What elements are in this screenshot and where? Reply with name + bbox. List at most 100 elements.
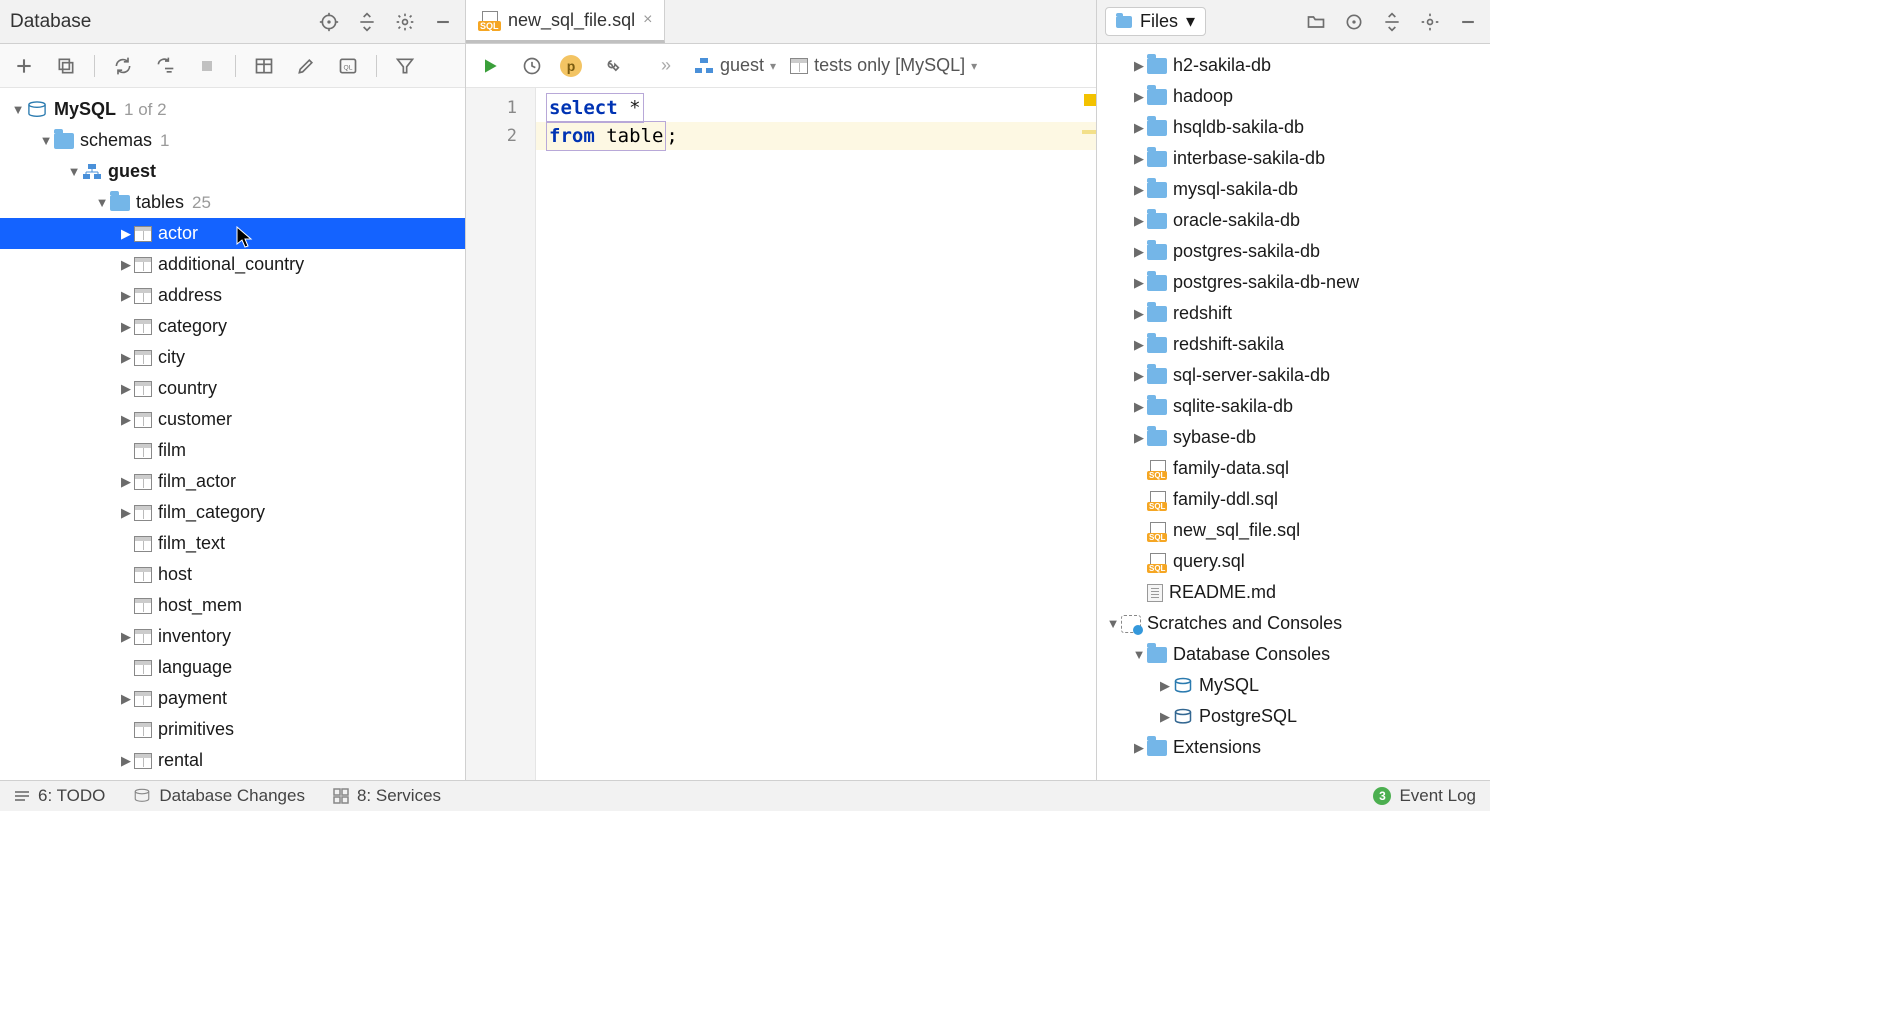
tree-text-file[interactable]: README.md bbox=[1097, 577, 1490, 608]
tree-folder[interactable]: sql-server-sakila-db bbox=[1097, 360, 1490, 391]
tree-console[interactable]: MySQL bbox=[1097, 670, 1490, 701]
tree-table-film_actor[interactable]: film_actor bbox=[0, 466, 465, 497]
tree-console[interactable]: PostgreSQL bbox=[1097, 701, 1490, 732]
tree-table-film[interactable]: film bbox=[0, 435, 465, 466]
tree-sql-file[interactable]: family-data.sql bbox=[1097, 453, 1490, 484]
gear-icon[interactable] bbox=[1416, 8, 1444, 36]
files-view-selector[interactable]: Files ▾ bbox=[1105, 7, 1206, 36]
gear-icon[interactable] bbox=[391, 8, 419, 36]
files-panel-header: Files ▾ bbox=[1097, 0, 1490, 44]
close-tab-icon[interactable]: × bbox=[643, 11, 652, 29]
target-icon[interactable] bbox=[315, 8, 343, 36]
tree-folder[interactable]: sybase-db bbox=[1097, 422, 1490, 453]
table-icon bbox=[134, 257, 152, 273]
files-tree[interactable]: h2-sakila-dbhadoophsqldb-sakila-dbinterb… bbox=[1097, 44, 1490, 780]
status-event-log[interactable]: 3 Event Log bbox=[1373, 786, 1476, 806]
tree-folder[interactable]: redshift bbox=[1097, 298, 1490, 329]
tree-folder[interactable]: mysql-sakila-db bbox=[1097, 174, 1490, 205]
tree-table-additional_country[interactable]: additional_country bbox=[0, 249, 465, 280]
tree-table-customer[interactable]: customer bbox=[0, 404, 465, 435]
tree-table-host[interactable]: host bbox=[0, 559, 465, 590]
edit-icon[interactable] bbox=[292, 52, 320, 80]
warning-marker[interactable] bbox=[1084, 94, 1096, 106]
status-services[interactable]: 8: Services bbox=[333, 786, 441, 806]
code-editor[interactable]: 1 2 select * from table; bbox=[466, 88, 1096, 780]
database-icon bbox=[1173, 677, 1193, 695]
table-view-icon[interactable] bbox=[250, 52, 278, 80]
tree-table-language[interactable]: language bbox=[0, 652, 465, 683]
table-icon bbox=[134, 691, 152, 707]
tree-folder[interactable]: redshift-sakila bbox=[1097, 329, 1490, 360]
code-area[interactable]: select * from table; bbox=[536, 88, 1096, 780]
schema-selector[interactable]: guest ▾ bbox=[694, 55, 776, 76]
tree-table-host_mem[interactable]: host_mem bbox=[0, 590, 465, 621]
tree-label: redshift bbox=[1173, 303, 1232, 324]
add-icon[interactable] bbox=[10, 52, 38, 80]
tree-folder[interactable]: postgres-sakila-db bbox=[1097, 236, 1490, 267]
editor-tab[interactable]: new_sql_file.sql × bbox=[466, 0, 665, 43]
tree-schemas[interactable]: schemas 1 bbox=[0, 125, 465, 156]
tree-folder[interactable]: interbase-sakila-db bbox=[1097, 143, 1490, 174]
tree-sql-file[interactable]: new_sql_file.sql bbox=[1097, 515, 1490, 546]
tree-db-guest[interactable]: guest bbox=[0, 156, 465, 187]
database-tree[interactable]: MySQL 1 of 2 schemas 1 guest tables 25 a… bbox=[0, 88, 465, 780]
run-icon[interactable] bbox=[476, 52, 504, 80]
folder-icon bbox=[1147, 647, 1167, 663]
transaction-mode-icon[interactable]: p bbox=[560, 55, 582, 77]
refresh-icon[interactable] bbox=[109, 52, 137, 80]
filter-icon[interactable] bbox=[391, 52, 419, 80]
status-db-changes[interactable]: Database Changes bbox=[133, 786, 305, 806]
tree-tables-node[interactable]: tables 25 bbox=[0, 187, 465, 218]
tree-table-payment[interactable]: payment bbox=[0, 683, 465, 714]
tree-extensions[interactable]: Extensions bbox=[1097, 732, 1490, 763]
open-folder-icon[interactable] bbox=[1302, 8, 1330, 36]
tree-table-inventory[interactable]: inventory bbox=[0, 621, 465, 652]
history-icon[interactable] bbox=[518, 52, 546, 80]
tree-count: 1 of 2 bbox=[124, 100, 167, 120]
tree-sql-file[interactable]: family-ddl.sql bbox=[1097, 484, 1490, 515]
tree-table-film_text[interactable]: film_text bbox=[0, 528, 465, 559]
status-todo[interactable]: 6: TODO bbox=[14, 786, 105, 806]
tree-folder[interactable]: oracle-sakila-db bbox=[1097, 205, 1490, 236]
wrench-icon[interactable] bbox=[596, 52, 624, 80]
datasource-selector[interactable]: tests only [MySQL] ▾ bbox=[790, 55, 977, 76]
tree-table-country[interactable]: country bbox=[0, 373, 465, 404]
tree-table-rental[interactable]: rental bbox=[0, 745, 465, 776]
tree-folder[interactable]: postgres-sakila-db-new bbox=[1097, 267, 1490, 298]
tree-scratches[interactable]: Scratches and Consoles bbox=[1097, 608, 1490, 639]
tree-folder[interactable]: h2-sakila-db bbox=[1097, 50, 1490, 81]
tree-folder[interactable]: hsqldb-sakila-db bbox=[1097, 112, 1490, 143]
copy-icon[interactable] bbox=[52, 52, 80, 80]
chevron-down-icon: ▾ bbox=[1186, 11, 1195, 32]
minimize-icon[interactable] bbox=[429, 8, 457, 36]
folder-icon bbox=[110, 195, 130, 211]
target-icon[interactable] bbox=[1340, 8, 1368, 36]
tree-table-film_category[interactable]: film_category bbox=[0, 497, 465, 528]
more-icon[interactable]: » bbox=[652, 52, 680, 80]
stop-icon[interactable] bbox=[193, 52, 221, 80]
tree-table-primitives[interactable]: primitives bbox=[0, 714, 465, 745]
tree-root-mysql[interactable]: MySQL 1 of 2 bbox=[0, 94, 465, 125]
tree-label: tables bbox=[136, 192, 184, 213]
folder-icon bbox=[1147, 213, 1167, 229]
collapse-icon[interactable] bbox=[353, 8, 381, 36]
tree-folder[interactable]: sqlite-sakila-db bbox=[1097, 391, 1490, 422]
tree-label: sql-server-sakila-db bbox=[1173, 365, 1330, 386]
tree-table-address[interactable]: address bbox=[0, 280, 465, 311]
tree-sql-file[interactable]: query.sql bbox=[1097, 546, 1490, 577]
table-icon bbox=[134, 660, 152, 676]
tree-table-city[interactable]: city bbox=[0, 342, 465, 373]
tree-table-actor[interactable]: actor bbox=[0, 218, 465, 249]
tree-label: language bbox=[158, 657, 232, 678]
datasource-icon bbox=[790, 58, 808, 74]
folder-icon bbox=[1147, 275, 1167, 291]
collapse-icon[interactable] bbox=[1378, 8, 1406, 36]
minimize-icon[interactable] bbox=[1454, 8, 1482, 36]
refresh-filter-icon[interactable] bbox=[151, 52, 179, 80]
sql-console-icon[interactable]: QL bbox=[334, 52, 362, 80]
highlight-marker[interactable] bbox=[1082, 130, 1096, 134]
tree-table-category[interactable]: category bbox=[0, 311, 465, 342]
tree-db-consoles[interactable]: Database Consoles bbox=[1097, 639, 1490, 670]
tree-folder[interactable]: hadoop bbox=[1097, 81, 1490, 112]
tree-label: oracle-sakila-db bbox=[1173, 210, 1300, 231]
